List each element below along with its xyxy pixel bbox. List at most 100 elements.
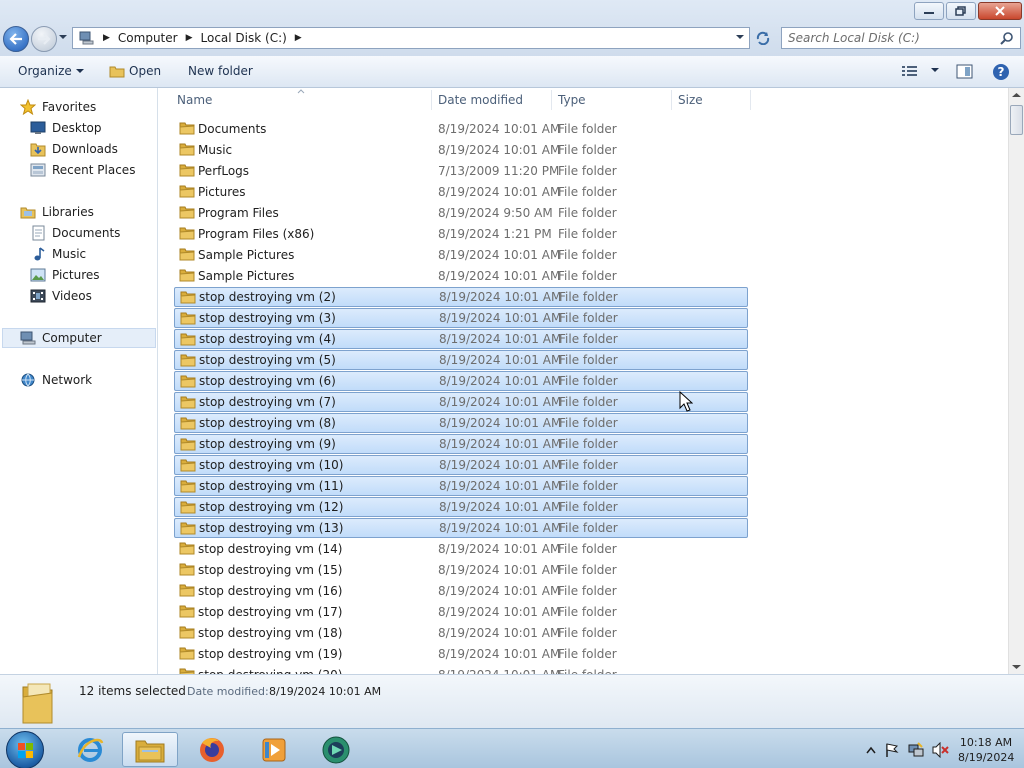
column-header-name[interactable]: Name	[177, 88, 212, 112]
clock[interactable]: 10:18 AM 8/19/2024	[958, 735, 1014, 765]
file-type: File folder	[558, 206, 617, 220]
column-divider[interactable]	[551, 90, 552, 110]
preview-pane-button[interactable]	[956, 64, 974, 80]
start-button[interactable]	[6, 731, 44, 768]
back-button[interactable]	[3, 26, 29, 52]
file-name: stop destroying vm (12)	[199, 500, 344, 514]
action-center-flag-icon[interactable]	[884, 742, 900, 758]
nav-documents[interactable]: Documents	[30, 223, 120, 243]
file-row[interactable]: Sample Pictures 8/19/2024 10:01 AM File fo…	[174, 266, 748, 286]
taskbar-windows-explorer[interactable]	[122, 732, 178, 767]
mouse-pointer-icon	[679, 391, 693, 412]
file-row[interactable]: stop destroying vm (20)8/19/2024 10:01 A…	[174, 665, 748, 674]
folder-icon	[179, 667, 195, 674]
search-input[interactable]	[788, 31, 1000, 45]
file-row[interactable]: stop destroying vm (18) 8/19/2024 10:01 A…	[174, 623, 748, 643]
file-row[interactable]: stop destroying vm (3) 8/19/2024 10:01 AM…	[174, 308, 748, 328]
volume-muted-icon[interactable]	[932, 742, 950, 758]
folder-icon	[180, 437, 196, 454]
file-date-modified: 8/19/2024 10:01 AM	[439, 374, 562, 388]
organize-button[interactable]: Organize	[18, 64, 84, 78]
show-hidden-icons-icon[interactable]	[866, 746, 876, 754]
address-dropdown-icon[interactable]	[735, 33, 745, 41]
file-row[interactable]: stop destroying vm (2) 8/19/2024 10:01 AM…	[174, 287, 748, 307]
minimize-button[interactable]	[914, 2, 944, 20]
file-row[interactable]: PerfLogs 7/13/2009 11:20 PM File folder	[174, 161, 748, 181]
nav-music[interactable]: Music	[30, 244, 86, 264]
column-divider[interactable]	[671, 90, 672, 110]
details-pane: 12 items selected Date modified: 8/19/20…	[0, 674, 1024, 728]
nav-recent-places[interactable]: Recent Places	[30, 160, 135, 180]
breadcrumb-local-disk[interactable]: Local Disk (C:)	[201, 31, 287, 45]
taskbar-app[interactable]	[308, 732, 364, 767]
search-icon[interactable]	[1000, 31, 1014, 45]
file-type: File folder	[559, 458, 618, 472]
taskbar: 10:18 AM 8/19/2024	[0, 728, 1024, 768]
file-row[interactable]: stop destroying vm (7) 8/19/2024 10:01 AM…	[174, 392, 748, 412]
file-row[interactable]: stop destroying vm (9) 8/19/2024 10:01 AM…	[174, 434, 748, 454]
nav-favorites[interactable]: Favorites	[20, 97, 96, 117]
search-box[interactable]	[781, 27, 1021, 49]
file-row[interactable]: stop destroying vm (13) 8/19/2024 10:01 A…	[174, 518, 748, 538]
open-button[interactable]: Open	[109, 64, 161, 78]
breadcrumb-separator[interactable]: ▶	[186, 33, 193, 43]
file-row[interactable]: stop destroying vm (10) 8/19/2024 10:01 A…	[174, 455, 748, 475]
taskbar-media-player[interactable]	[246, 732, 302, 767]
file-name: stop destroying vm (13)	[199, 521, 344, 535]
file-name: stop destroying vm (9)	[199, 437, 336, 451]
scroll-up-icon[interactable]	[1012, 92, 1021, 98]
file-date-modified: 8/19/2024 10:01 AM	[439, 437, 562, 451]
file-row[interactable]: stop destroying vm (12) 8/19/2024 10:01 A…	[174, 497, 748, 517]
file-row[interactable]: Music 8/19/2024 10:01 AM File folder	[174, 140, 748, 160]
file-row[interactable]: Pictures 8/19/2024 10:01 AM File folder	[174, 182, 748, 202]
column-header-type[interactable]: Type	[558, 88, 586, 112]
column-header-size[interactable]: Size	[678, 88, 703, 112]
file-row[interactable]: Sample Pictures 8/19/2024 10:01 AM File fo…	[174, 245, 748, 265]
close-button[interactable]	[978, 2, 1022, 20]
file-row[interactable]: Documents 8/19/2024 10:01 AM File folder	[174, 119, 748, 139]
new-folder-button[interactable]: New folder	[188, 64, 253, 78]
breadcrumb-separator[interactable]: ▶	[103, 33, 110, 43]
nav-videos[interactable]: Videos	[30, 286, 92, 306]
file-row[interactable]: Program Files (x86) 8/19/2024 1:21 PM File…	[174, 224, 748, 244]
file-row[interactable]: stop destroying vm (11) 8/19/2024 10:01 A…	[174, 476, 748, 496]
nav-computer[interactable]: Computer	[2, 328, 156, 348]
nav-downloads[interactable]: Downloads	[30, 139, 118, 159]
refresh-button[interactable]	[752, 29, 774, 47]
forward-button[interactable]	[31, 26, 57, 52]
scrollbar-thumb[interactable]	[1010, 105, 1023, 135]
taskbar-firefox[interactable]	[184, 732, 240, 767]
nav-network[interactable]: Network	[20, 370, 92, 390]
vertical-scrollbar[interactable]	[1008, 88, 1024, 674]
recent-pages-dropdown[interactable]	[58, 34, 68, 40]
file-row[interactable]: stop destroying vm (14) 8/19/2024 10:01 A…	[174, 539, 748, 559]
column-divider[interactable]	[750, 90, 751, 110]
taskbar-internet-explorer[interactable]	[62, 732, 118, 767]
file-row[interactable]: stop destroying vm (5) 8/19/2024 10:01 AM…	[174, 350, 748, 370]
file-row[interactable]: stop destroying vm (15) 8/19/2024 10:01 A…	[174, 560, 748, 580]
file-row[interactable]: stop destroying vm (8) 8/19/2024 10:01 AM…	[174, 413, 748, 433]
breadcrumb-computer[interactable]: Computer	[118, 31, 178, 45]
address-bar[interactable]: ▶ Computer ▶ Local Disk (C:) ▶	[72, 27, 750, 49]
file-row[interactable]: stop destroying vm (6) 8/19/2024 10:01 AM…	[174, 371, 748, 391]
help-button[interactable]: ?	[992, 63, 1010, 81]
nav-pictures[interactable]: Pictures	[30, 265, 100, 285]
nav-pictures-label: Pictures	[52, 268, 100, 282]
file-row[interactable]: stop destroying vm (16) 8/19/2024 10:01 A…	[174, 581, 748, 601]
scroll-down-icon[interactable]	[1012, 664, 1021, 670]
column-divider[interactable]	[431, 90, 432, 110]
nav-desktop[interactable]: Desktop	[30, 118, 102, 138]
change-view-button[interactable]	[902, 65, 942, 77]
breadcrumb-separator[interactable]: ▶	[295, 33, 302, 43]
column-header-date[interactable]: Date modified	[438, 88, 523, 112]
nav-libraries[interactable]: Libraries	[20, 202, 94, 222]
file-row[interactable]: stop destroying vm (17) 8/19/2024 10:01 A…	[174, 602, 748, 622]
file-row[interactable]: Program Files 8/19/2024 9:50 AM File folde…	[174, 203, 748, 223]
folder-icon	[179, 184, 195, 201]
restore-button[interactable]	[946, 2, 976, 20]
file-row[interactable]: stop destroying vm (4) 8/19/2024 10:01 AM…	[174, 329, 748, 349]
file-date-modified: 8/19/2024 10:01 AM	[438, 143, 561, 157]
file-row[interactable]: stop destroying vm (19) 8/19/2024 10:01 A…	[174, 644, 748, 664]
network-status-icon[interactable]	[908, 742, 924, 758]
file-explorer-icon	[135, 740, 165, 762]
